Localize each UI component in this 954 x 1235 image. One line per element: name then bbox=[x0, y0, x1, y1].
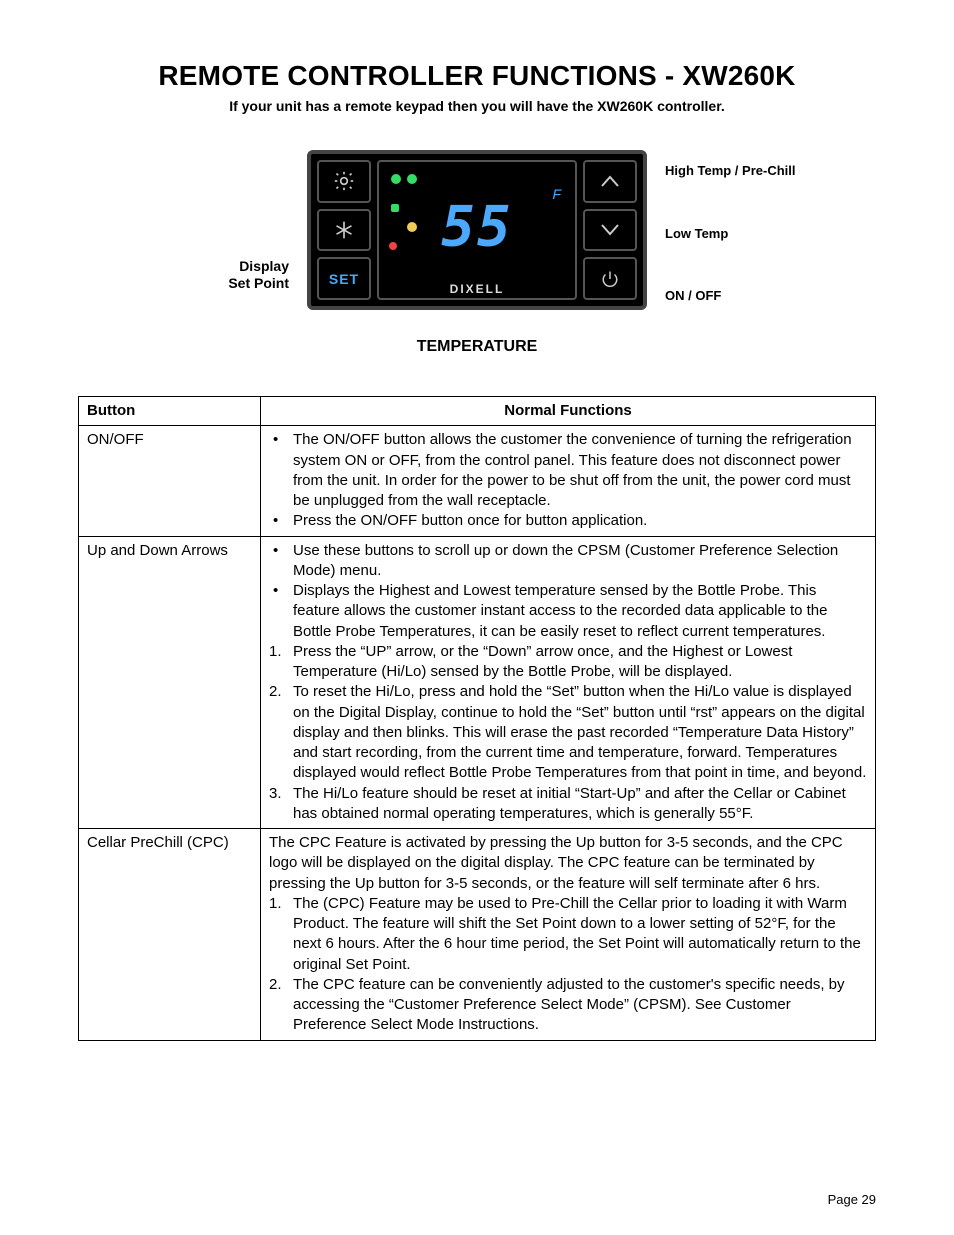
list-item: Displays the Highest and Lowest temperat… bbox=[269, 581, 867, 642]
right-callouts: High Temp / Pre-Chill Low Temp ON / OFF bbox=[665, 157, 796, 303]
table-row: ON/OFF The ON/OFF button allows the cust… bbox=[79, 426, 876, 536]
set-button-callout: Display Set Point bbox=[228, 258, 289, 292]
up-button-callout: High Temp / Pre-Chill bbox=[665, 163, 796, 178]
table-header-button: Button bbox=[79, 397, 261, 426]
button-name-cell: Cellar PreChill (CPC) bbox=[79, 829, 261, 1041]
controller-device: SET 55 F DIXELL bbox=[307, 150, 647, 310]
indicator-icon bbox=[391, 204, 399, 212]
button-name-cell: ON/OFF bbox=[79, 426, 261, 536]
list-item: Press the “UP” arrow, or the “Down” arro… bbox=[269, 642, 867, 683]
page-number: Page 29 bbox=[828, 1192, 876, 1207]
power-button-callout: ON / OFF bbox=[665, 288, 796, 303]
display-temperature: 55 bbox=[441, 194, 512, 259]
indicator-icon bbox=[389, 242, 397, 250]
indicator-icon bbox=[391, 174, 401, 184]
up-arrow-button[interactable] bbox=[583, 160, 637, 203]
list-item: The ON/OFF button allows the customer th… bbox=[269, 430, 867, 511]
indicator-icon bbox=[407, 174, 417, 184]
display-unit: F bbox=[552, 186, 561, 202]
function-cell: The ON/OFF button allows the customer th… bbox=[261, 426, 876, 536]
list-item: Use these buttons to scroll up or down t… bbox=[269, 541, 867, 582]
button-name-cell: Up and Down Arrows bbox=[79, 536, 261, 829]
function-cell: Use these buttons to scroll up or down t… bbox=[261, 536, 876, 829]
callout-line: Set Point bbox=[228, 275, 289, 291]
list-item: Press the ON/OFF button once for button … bbox=[269, 511, 867, 531]
power-button[interactable] bbox=[583, 257, 637, 300]
snowflake-button[interactable] bbox=[317, 209, 371, 252]
list-item: To reset the Hi/Lo, press and hold the “… bbox=[269, 682, 867, 783]
callout-line: Display bbox=[239, 258, 289, 274]
indicator-icon bbox=[407, 222, 417, 232]
set-button[interactable]: SET bbox=[317, 257, 371, 300]
brand-label: DIXELL bbox=[379, 282, 575, 296]
intro-paragraph: The CPC Feature is activated by pressing… bbox=[269, 833, 867, 894]
down-arrow-button[interactable] bbox=[583, 209, 637, 252]
table-row: Up and Down Arrows Use these buttons to … bbox=[79, 536, 876, 829]
down-button-callout: Low Temp bbox=[665, 226, 796, 241]
controller-display: 55 F DIXELL bbox=[377, 160, 577, 300]
list-item: The (CPC) Feature may be used to Pre-Chi… bbox=[269, 894, 867, 975]
page-title: REMOTE CONTROLLER FUNCTIONS - XW260K bbox=[78, 60, 876, 92]
list-item: The Hi/Lo feature should be reset at ini… bbox=[269, 784, 867, 825]
function-cell: The CPC Feature is activated by pressing… bbox=[261, 829, 876, 1041]
sun-button[interactable] bbox=[317, 160, 371, 203]
table-row: Cellar PreChill (CPC) The CPC Feature is… bbox=[79, 829, 876, 1041]
list-item: The CPC feature can be conveniently adju… bbox=[269, 975, 867, 1036]
functions-table: Button Normal Functions ON/OFF The ON/OF… bbox=[78, 396, 876, 1041]
section-heading: TEMPERATURE bbox=[78, 338, 876, 356]
controller-diagram: Display Set Point SET bbox=[78, 150, 876, 310]
page-subtitle: If your unit has a remote keypad then yo… bbox=[78, 98, 876, 114]
table-header-functions: Normal Functions bbox=[261, 397, 876, 426]
